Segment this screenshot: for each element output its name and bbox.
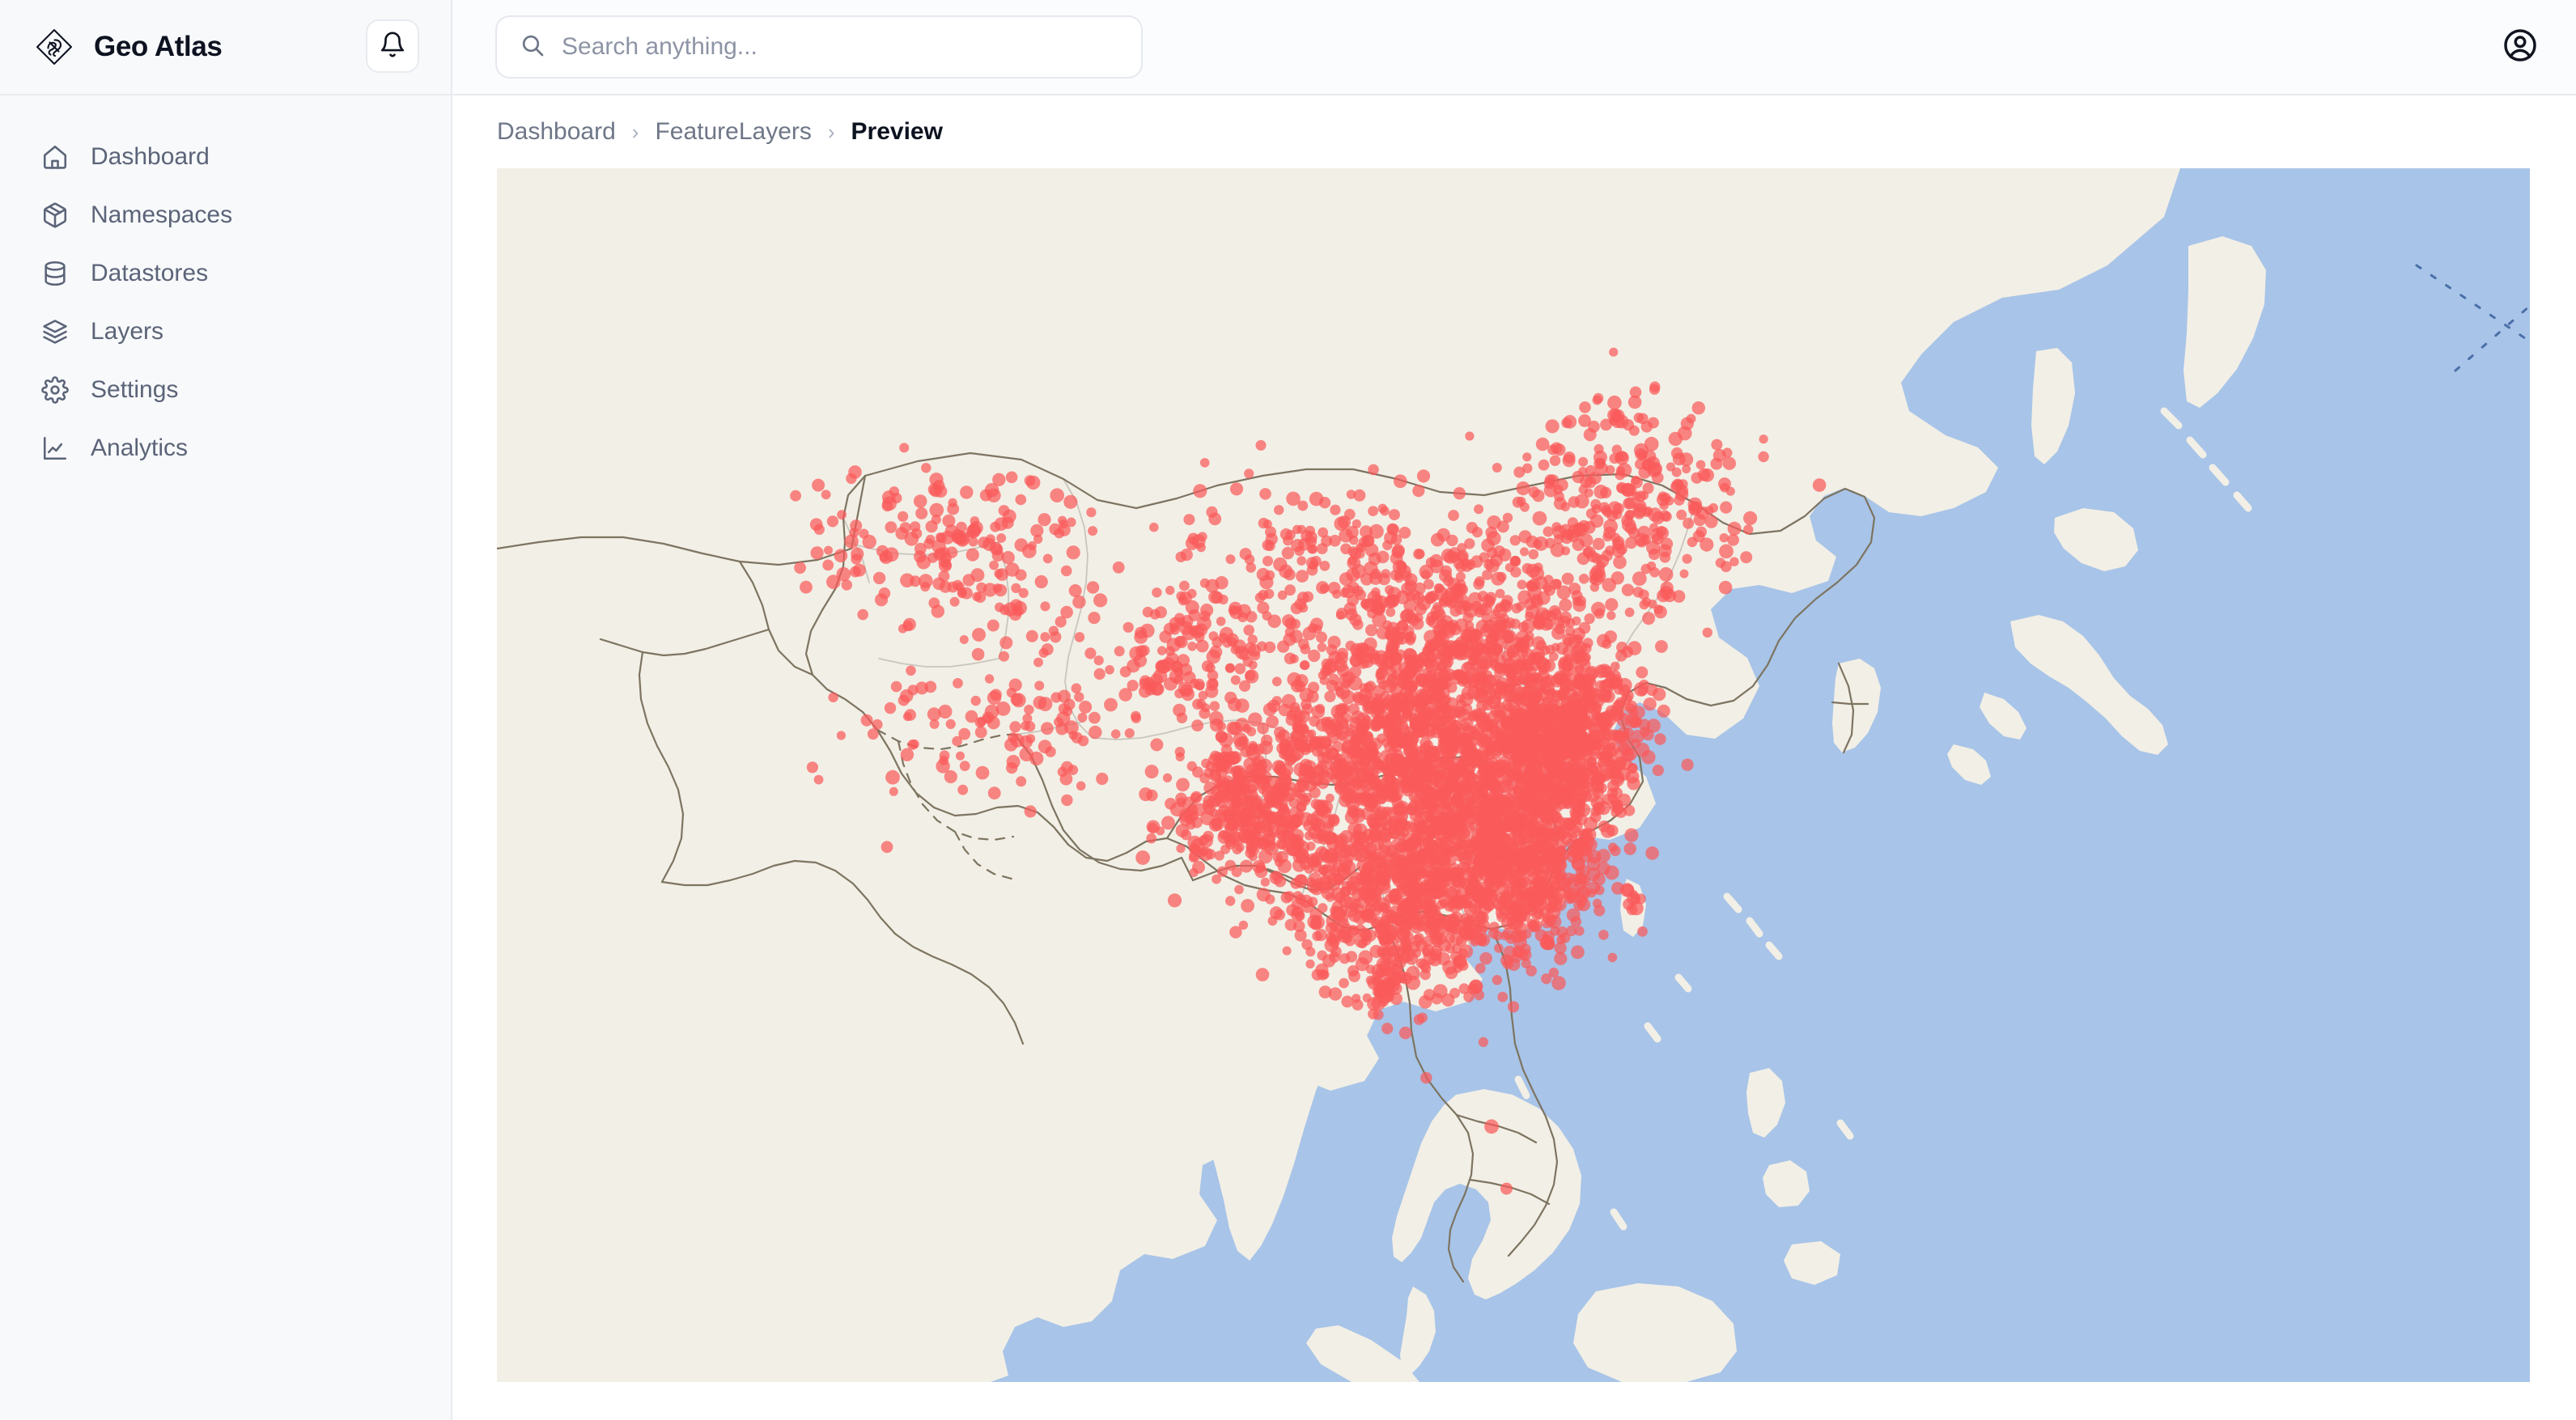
sidebar-item-datastores[interactable]: Datastores [0, 244, 451, 303]
notifications-button[interactable] [366, 19, 419, 73]
sidebar: Geo Atlas Dashboard Namespaces Datastore… [0, 0, 452, 1420]
breadcrumb-item-dashboard[interactable]: Dashboard [497, 118, 616, 146]
sidebar-item-label: Analytics [91, 434, 189, 461]
database-icon [40, 259, 70, 288]
bell-icon [379, 31, 406, 62]
breadcrumb-item-featurelayers[interactable]: FeatureLayers [655, 118, 811, 146]
search-box[interactable] [495, 15, 1143, 78]
brand[interactable]: Geo Atlas [0, 0, 451, 95]
map-canvas[interactable] [497, 168, 2530, 1382]
sidebar-item-label: Datastores [91, 260, 209, 286]
sidebar-item-label: Namespaces [91, 201, 233, 228]
sidebar-item-label: Layers [91, 318, 164, 345]
gear-icon [40, 375, 70, 405]
sidebar-nav: Dashboard Namespaces Datastores Layers S… [0, 95, 451, 477]
sidebar-item-namespaces[interactable]: Namespaces [0, 186, 451, 244]
topbar [452, 0, 2576, 95]
sidebar-item-dashboard[interactable]: Dashboard [0, 128, 451, 186]
map-area [452, 168, 2576, 1420]
sidebar-item-label: Settings [91, 376, 179, 403]
brand-name: Geo Atlas [94, 31, 223, 62]
user-circle-icon [2502, 27, 2539, 68]
breadcrumb-item-preview: Preview [851, 118, 943, 145]
breadcrumb-separator: › [827, 119, 835, 144]
main-content: Dashboard › FeatureLayers › Preview [452, 0, 2576, 1420]
search-icon [520, 32, 545, 62]
sidebar-item-analytics[interactable]: Analytics [0, 419, 451, 477]
home-icon [40, 142, 70, 172]
sidebar-item-settings[interactable]: Settings [0, 361, 451, 419]
account-button[interactable] [2495, 22, 2545, 72]
search-input[interactable] [562, 33, 1118, 61]
map-preview[interactable] [497, 168, 2530, 1382]
breadcrumb-separator: › [631, 119, 639, 144]
diamond-layers-logo-icon [34, 27, 74, 67]
breadcrumb: Dashboard › FeatureLayers › Preview [452, 95, 2576, 168]
layers-icon [40, 317, 70, 346]
line-chart-icon [40, 434, 70, 463]
package-icon [40, 201, 70, 230]
sidebar-item-label: Dashboard [91, 143, 210, 170]
app-root: Geo Atlas Dashboard Namespaces Datastore… [0, 0, 2576, 1420]
sidebar-item-layers[interactable]: Layers [0, 303, 451, 361]
